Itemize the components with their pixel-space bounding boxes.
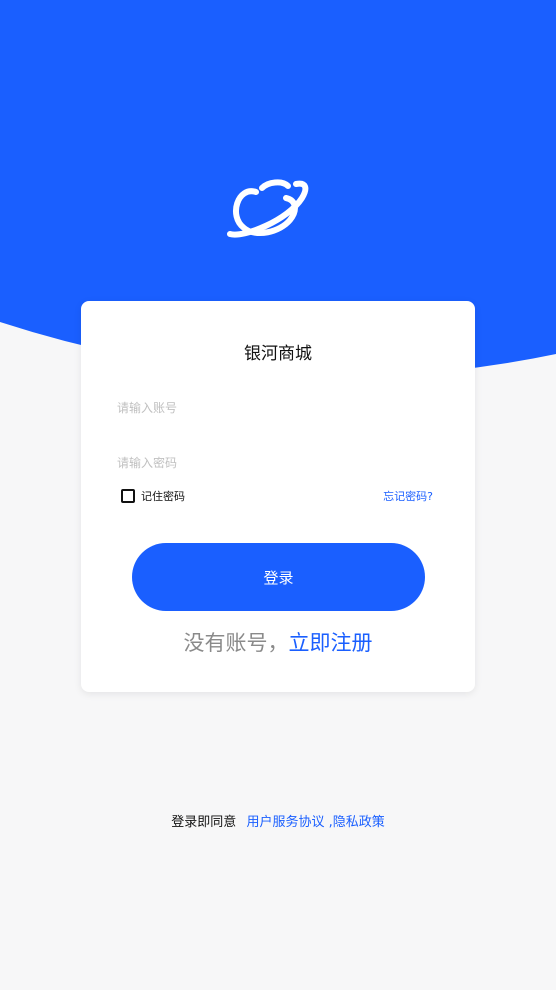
remember-password-checkbox[interactable]: 记住密码 bbox=[121, 488, 185, 504]
login-card: 银河商城 记住密码 忘记密码? 登录 没有账号，立即注册 bbox=[81, 301, 475, 692]
forgot-password-link[interactable]: 忘记密码? bbox=[383, 488, 433, 504]
agreement-link[interactable]: 用户服务协议 ,隐私政策 bbox=[246, 815, 384, 830]
agreement-footer: 登录即同意 用户服务协议 ,隐私政策 bbox=[0, 811, 556, 830]
no-account-text: 没有账号， bbox=[183, 631, 289, 655]
checkbox-icon[interactable] bbox=[121, 489, 135, 503]
register-link[interactable]: 立即注册 bbox=[289, 631, 373, 655]
agree-text: 登录即同意 bbox=[171, 815, 237, 830]
remember-password-label: 记住密码 bbox=[141, 490, 185, 503]
planet-icon bbox=[222, 178, 318, 244]
app-title: 银河商城 bbox=[244, 344, 312, 364]
register-prompt: 没有账号，立即注册 bbox=[81, 627, 475, 657]
login-button[interactable]: 登录 bbox=[132, 543, 425, 611]
account-input[interactable] bbox=[117, 391, 439, 425]
password-input[interactable] bbox=[117, 446, 439, 480]
